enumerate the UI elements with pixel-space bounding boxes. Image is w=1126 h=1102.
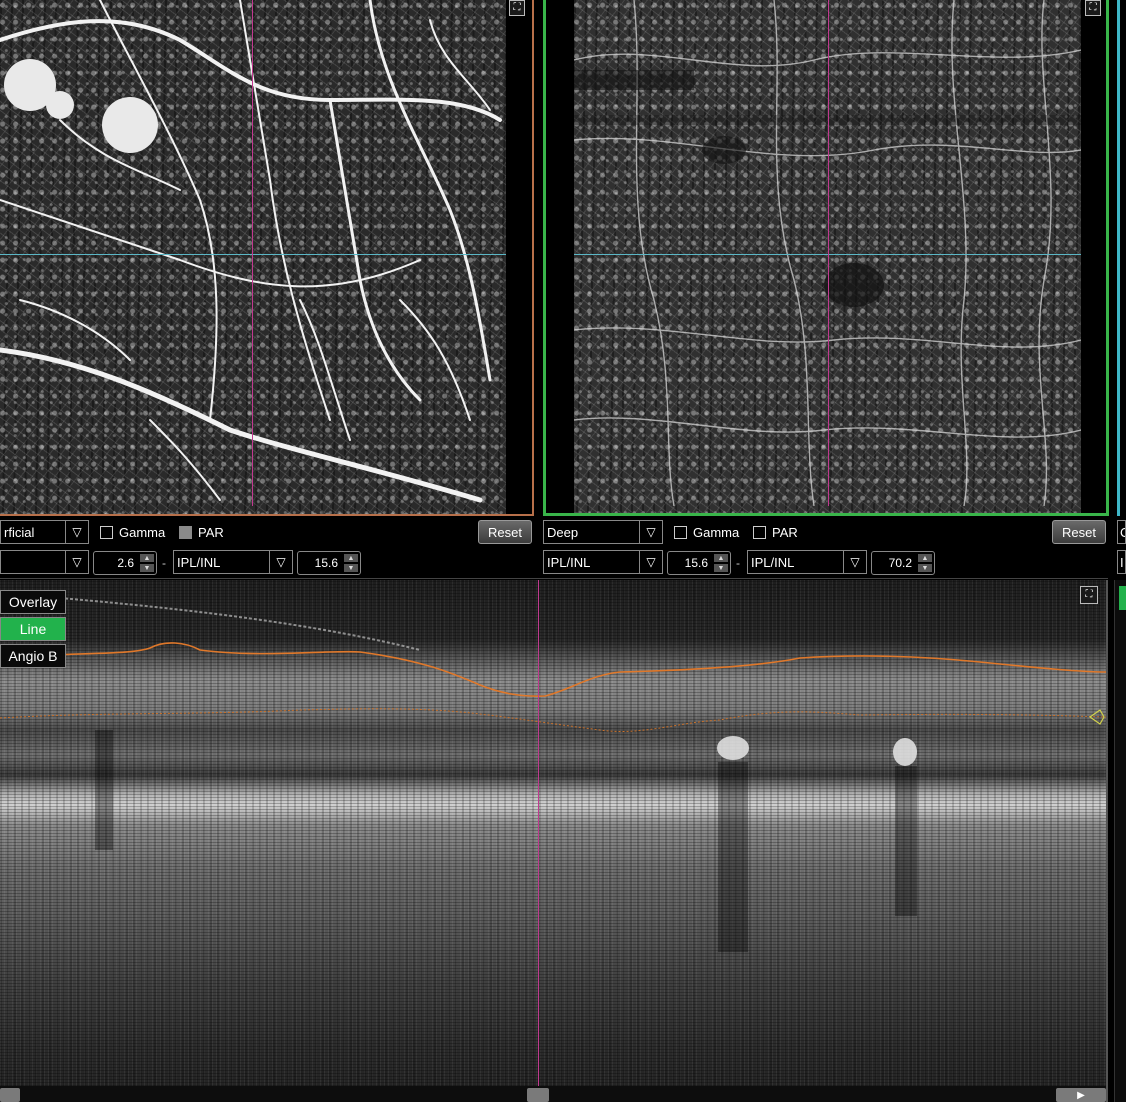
scroll-left-button[interactable]	[0, 1088, 20, 1102]
expand-icon[interactable]: ⛶	[1080, 586, 1098, 604]
reset-button-superficial[interactable]: Reset	[478, 520, 532, 544]
chevron-down-icon[interactable]: ▽	[639, 521, 662, 543]
superficial-angiogram-image[interactable]	[0, 0, 506, 514]
upper-boundary-select-superficial[interactable]: IPL/INL ▽	[173, 550, 293, 574]
oct-bscan-image[interactable]: ⛶ Overlay Line Angio B	[0, 580, 1106, 1086]
checkbox-box[interactable]	[100, 526, 113, 539]
spin-down-icon[interactable]: ▼	[714, 564, 728, 572]
par-checkbox-superficial[interactable]: PAR	[179, 525, 224, 540]
par-checkbox-deep[interactable]: PAR	[753, 525, 798, 540]
spin-down-icon[interactable]: ▼	[344, 564, 358, 572]
expand-icon[interactable]: ⛶	[509, 0, 525, 16]
reset-button-deep[interactable]: Reset	[1052, 520, 1106, 544]
scroll-right-button[interactable]: ▶	[1056, 1088, 1106, 1102]
spin-down-icon[interactable]: ▼	[918, 564, 932, 572]
checkbox-box[interactable]	[674, 526, 687, 539]
checkbox-box[interactable]	[753, 526, 766, 539]
bscan-vertical-crosshair[interactable]	[538, 580, 539, 1086]
superficial-vessels	[0, 0, 502, 503]
angio-panel-deep: ⛶	[543, 0, 1109, 516]
vertical-crosshair[interactable]	[828, 0, 829, 506]
gamma-checkbox-deep[interactable]: Gamma	[674, 525, 739, 540]
third-bscan-panel-partial	[1114, 580, 1126, 1102]
lower-offset-spinner-deep[interactable]: 15.6 ▲ ▼	[667, 551, 731, 575]
overlay-view-button[interactable]: Overlay	[0, 590, 66, 614]
horizontal-crosshair[interactable]	[0, 254, 506, 255]
vertical-crosshair[interactable]	[252, 0, 253, 506]
line-view-button[interactable]: Line	[0, 617, 66, 641]
scroll-thumb[interactable]	[527, 1088, 549, 1102]
angio-panel-superficial: ⛶	[0, 0, 534, 516]
upper-offset-spinner-deep[interactable]: 70.2 ▲ ▼	[871, 551, 935, 575]
spin-up-icon[interactable]: ▲	[714, 554, 728, 562]
upper-boundary-select-deep[interactable]: IPL/INL ▽	[747, 550, 867, 574]
chevron-down-icon[interactable]: ▽	[639, 551, 662, 573]
upper-offset-spinner-superficial[interactable]: 15.6 ▲ ▼	[297, 551, 361, 575]
slab-select-superficial[interactable]: rficial ▽	[0, 520, 89, 544]
chevron-down-icon[interactable]: ▽	[269, 551, 292, 573]
expand-icon[interactable]: ⛶	[1085, 0, 1101, 16]
bscan-border	[1106, 580, 1108, 1102]
range-separator: -	[736, 556, 740, 570]
bscan-border	[0, 578, 1108, 579]
slab-select-deep[interactable]: Deep ▽	[543, 520, 663, 544]
lower-boundary-select-superficial[interactable]: ▽	[0, 550, 89, 574]
chevron-down-icon[interactable]: ▽	[65, 521, 88, 543]
bscan-overlay	[0, 597, 1106, 952]
angio-b-view-button[interactable]: Angio B	[0, 644, 66, 668]
lower-offset-spinner-superficial[interactable]: 2.6 ▲ ▼	[93, 551, 157, 575]
bscan-scrollbar[interactable]: ▶	[0, 1086, 1106, 1102]
gamma-checkbox-superficial[interactable]: Gamma	[100, 525, 165, 540]
angio-panel-third-partial	[1117, 0, 1126, 516]
third-panel-active-button[interactable]	[1119, 586, 1126, 610]
spin-up-icon[interactable]: ▲	[140, 554, 154, 562]
lower-boundary-select-third[interactable]: I	[1117, 550, 1126, 574]
checkbox-box[interactable]	[179, 526, 192, 539]
spin-down-icon[interactable]: ▼	[140, 564, 154, 572]
lower-boundary-select-deep[interactable]: IPL/INL ▽	[543, 550, 663, 574]
chevron-down-icon[interactable]: ▽	[843, 551, 866, 573]
spin-up-icon[interactable]: ▲	[918, 554, 932, 562]
slab-select-third[interactable]: C	[1117, 520, 1126, 544]
range-separator: -	[162, 556, 166, 570]
chevron-down-icon[interactable]: ▽	[65, 551, 88, 573]
spin-up-icon[interactable]: ▲	[344, 554, 358, 562]
